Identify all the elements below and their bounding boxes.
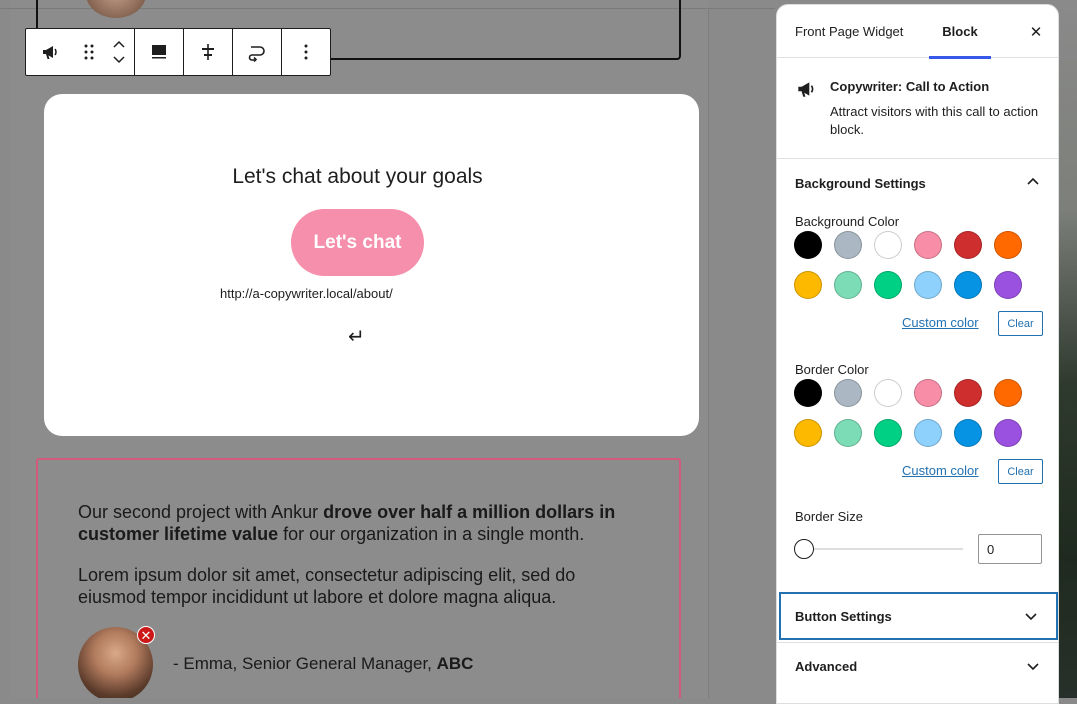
block-title: Copywriter: Call to Action <box>830 79 990 94</box>
background-color-palette <box>794 231 1022 299</box>
color-swatch[interactable] <box>874 379 902 407</box>
background-color-label: Background Color <box>795 214 900 229</box>
color-swatch[interactable] <box>834 231 862 259</box>
move-up-down-icon[interactable] <box>104 29 134 75</box>
attribution-name: - Emma, Senior General Manager, <box>173 654 437 673</box>
color-swatch[interactable] <box>954 271 982 299</box>
settings-sidebar: Front Page Widget Block ✕ Copywriter: Ca… <box>776 4 1059 704</box>
toolbar-group-align <box>135 29 184 75</box>
color-swatch[interactable] <box>994 231 1022 259</box>
toolbar-group-link <box>233 29 282 75</box>
color-swatch[interactable] <box>794 271 822 299</box>
chevron-up-icon <box>1027 177 1039 185</box>
color-swatch[interactable] <box>874 419 902 447</box>
testimonial-paragraph-2[interactable]: Lorem ipsum dolor sit amet, consectetur … <box>78 564 648 608</box>
toolbar-group-block <box>26 29 135 75</box>
color-swatch[interactable] <box>994 271 1022 299</box>
editor-canvas: Let's chat about your goals Let's chat h… <box>0 0 775 698</box>
background-clear-button[interactable]: Clear <box>998 311 1043 336</box>
border-size-track[interactable] <box>805 548 963 550</box>
border-size-slider[interactable] <box>794 539 814 559</box>
color-swatch[interactable] <box>874 231 902 259</box>
testimonial-text: Our second project with Ankur <box>78 502 324 522</box>
block-description: Attract visitors with this call to actio… <box>830 104 1039 137</box>
tab-block[interactable]: Block <box>929 5 991 59</box>
cta-button[interactable]: Let's chat <box>291 209 424 276</box>
sidebar-tabs: Front Page Widget Block ✕ <box>777 5 1058 59</box>
color-swatch[interactable] <box>954 231 982 259</box>
color-swatch[interactable] <box>994 419 1022 447</box>
color-swatch[interactable] <box>874 271 902 299</box>
testimonial-attribution[interactable]: - Emma, Senior General Manager, ABC <box>173 654 473 674</box>
color-swatch[interactable] <box>794 379 822 407</box>
cta-url[interactable]: http://a-copywriter.local/about/ <box>220 286 393 301</box>
color-swatch[interactable] <box>794 419 822 447</box>
megaphone-icon <box>795 78 817 105</box>
chevron-down-icon <box>1027 663 1039 671</box>
panel-advanced[interactable]: Advanced <box>777 642 1058 690</box>
megaphone-icon[interactable] <box>26 29 74 75</box>
border-size-input[interactable]: 0 <box>978 534 1042 564</box>
link-icon[interactable] <box>233 29 281 75</box>
toolbar-group-more <box>282 29 330 75</box>
panel-button-settings[interactable]: Button Settings <box>779 592 1058 640</box>
border-color-palette <box>794 379 1022 447</box>
chevron-down-icon <box>1025 613 1037 621</box>
canvas-gutter <box>708 10 775 698</box>
more-options-icon[interactable] <box>282 29 330 75</box>
tab-front-page-widget[interactable]: Front Page Widget <box>795 5 903 58</box>
border-custom-color-button[interactable]: Custom color <box>902 463 979 478</box>
close-icon[interactable]: ✕ <box>1025 21 1047 43</box>
color-swatch[interactable] <box>914 419 942 447</box>
color-swatch[interactable] <box>834 379 862 407</box>
panel-title: Advanced <box>795 659 858 674</box>
background-image <box>1058 0 1077 698</box>
color-swatch[interactable] <box>914 231 942 259</box>
align-wide-icon[interactable] <box>135 29 183 75</box>
remove-image-icon[interactable]: ✕ <box>137 626 155 644</box>
color-swatch[interactable] <box>794 231 822 259</box>
border-clear-button[interactable]: Clear <box>998 459 1043 484</box>
justify-center-icon[interactable] <box>184 29 232 75</box>
border-size-label: Border Size <box>795 509 863 524</box>
attribution-company: ABC <box>436 654 474 673</box>
border-color-label: Border Color <box>795 362 869 377</box>
color-swatch[interactable] <box>834 271 862 299</box>
enter-icon[interactable]: ↵ <box>348 324 365 349</box>
panel-title: Button Settings <box>795 608 892 624</box>
drag-handle-icon[interactable] <box>74 29 104 75</box>
cta-heading[interactable]: Let's chat about your goals <box>0 165 715 189</box>
color-swatch[interactable] <box>994 379 1022 407</box>
color-swatch[interactable] <box>834 419 862 447</box>
color-swatch[interactable] <box>914 379 942 407</box>
color-swatch[interactable] <box>914 271 942 299</box>
testimonial-paragraph-1[interactable]: Our second project with Ankur drove over… <box>78 501 648 545</box>
testimonial-text: for our organization in a single month. <box>278 524 585 544</box>
block-toolbar <box>25 28 331 76</box>
color-swatch[interactable] <box>954 379 982 407</box>
panel-title: Background Settings <box>795 175 926 191</box>
panel-background-settings[interactable]: Background Settings <box>777 159 1058 207</box>
background-custom-color-button[interactable]: Custom color <box>902 315 979 330</box>
toolbar-group-justify <box>184 29 233 75</box>
block-card: Copywriter: Call to Action Attract visit… <box>777 58 1058 159</box>
color-swatch[interactable] <box>954 419 982 447</box>
